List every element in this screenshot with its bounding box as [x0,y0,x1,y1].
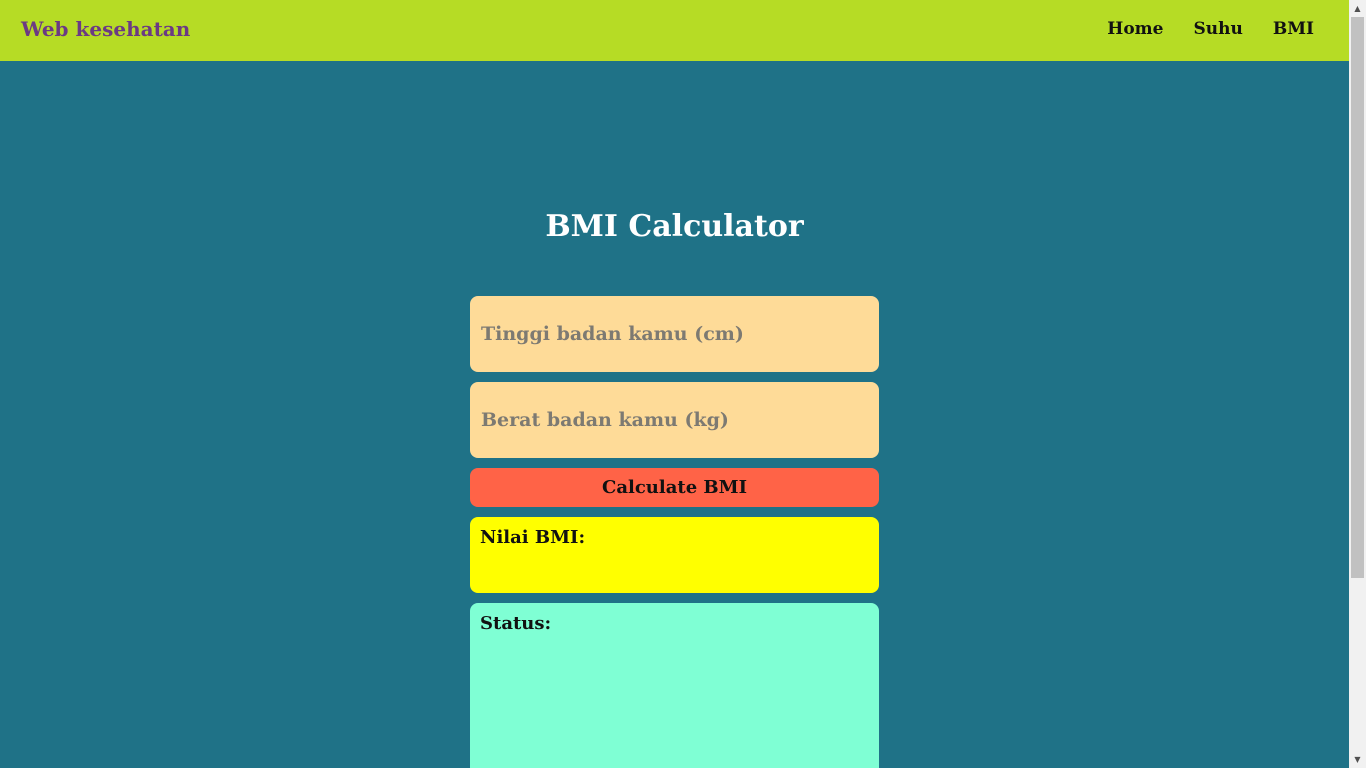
scroll-down-arrow-icon[interactable]: ▼ [1349,751,1366,768]
bmi-result-label: Nilai BMI: [480,527,586,548]
vertical-scrollbar[interactable]: ▲ ▼ [1349,0,1366,768]
weight-input[interactable] [470,382,879,458]
brand-logo[interactable]: Web kesehatan [21,15,190,43]
scrollbar-thumb[interactable] [1351,17,1364,578]
height-input[interactable] [470,296,879,372]
nav-link-suhu[interactable]: Suhu [1194,16,1243,42]
page-title: BMI Calculator [545,209,804,244]
scroll-up-arrow-icon[interactable]: ▲ [1349,0,1366,17]
bmi-result-box: Nilai BMI: [470,517,879,593]
bmi-form: Calculate BMI Nilai BMI: Status: [470,296,879,768]
calculate-bmi-button[interactable]: Calculate BMI [470,468,879,507]
nav-links: Home Suhu BMI [1107,16,1314,42]
bmi-status-box: Status: [470,603,879,768]
nav-link-home[interactable]: Home [1107,16,1163,42]
navbar: Web kesehatan Home Suhu BMI [0,0,1349,61]
bmi-status-label: Status: [480,613,552,634]
nav-link-bmi[interactable]: BMI [1273,16,1314,42]
page: Web kesehatan Home Suhu BMI BMI Calculat… [0,0,1349,768]
